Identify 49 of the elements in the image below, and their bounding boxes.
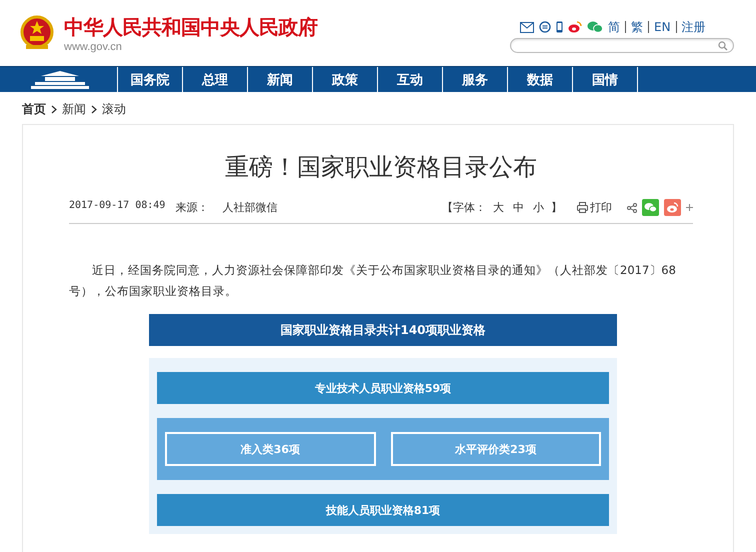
language-link[interactable]: 繁 [631, 18, 643, 36]
nav-item[interactable]: 互动 [378, 67, 443, 92]
nav-item[interactable]: 政策 [313, 67, 378, 92]
nav-item[interactable]: 国情 [573, 67, 638, 92]
breadcrumb-link[interactable]: 首页 [22, 100, 46, 118]
plus-icon[interactable] [686, 204, 693, 211]
weibo-share-icon[interactable] [664, 199, 681, 216]
bracket: 】 [551, 200, 562, 215]
language-link[interactable]: 注册 [682, 18, 706, 36]
category-bar: 技能人员职业资格81项 [157, 494, 609, 526]
printer-icon[interactable] [577, 202, 588, 213]
nav-item[interactable]: 服务 [443, 67, 508, 92]
emblem-icon [20, 15, 54, 51]
site-url[interactable]: www.gov.cn [64, 40, 122, 52]
chat-icon[interactable] [539, 21, 551, 33]
nav-item[interactable]: 国务院 [118, 67, 183, 92]
infographic-heading: 国家职业资格目录共计140项职业资格 [149, 314, 617, 346]
font-size-link[interactable]: 中 [513, 200, 524, 215]
article-title: 重磅！国家职业资格目录公布 [224, 152, 538, 183]
source-name: 人社部微信 [222, 200, 278, 215]
wechat-share-icon[interactable] [642, 199, 659, 216]
publish-date: 2017-09-17 08:49 [69, 200, 166, 213]
chevron-icon [51, 104, 57, 114]
category-bar: 专业技术人员职业资格59项 [157, 372, 609, 404]
nav-item[interactable]: 新闻 [248, 67, 313, 92]
site-title[interactable]: 中华人民共和国中央人民政府 [64, 14, 318, 40]
source-label: 来源： [175, 200, 208, 215]
chevron-icon [91, 104, 97, 114]
breadcrumb-link[interactable]: 滚动 [102, 100, 126, 118]
wechat-icon[interactable] [587, 21, 603, 33]
nav-item[interactable]: 数据 [508, 67, 573, 92]
share-icon[interactable] [627, 202, 637, 212]
weibo-icon[interactable] [568, 21, 582, 33]
language-link[interactable]: 简 [608, 18, 620, 36]
breadcrumb-link[interactable]: 新闻 [62, 100, 86, 118]
search-icon[interactable] [718, 40, 728, 50]
search-field[interactable] [510, 38, 734, 53]
subcategory-box: 准入类36项 [165, 432, 376, 466]
subcategory-box: 水平评价类23项 [390, 432, 601, 466]
building-icon[interactable] [30, 70, 88, 88]
phone-icon[interactable] [556, 21, 563, 33]
mail-icon[interactable] [520, 22, 534, 32]
font-size-link[interactable]: 大 [493, 200, 504, 215]
article-paragraph: 近日，经国务院同意，人力资源社会保障部印发《关于公布国家职业资格目录的通知》（人社部发〔2017〕68号），公布国家职业资格目录。 [69, 262, 677, 300]
nav-item[interactable]: 总理 [183, 67, 248, 92]
font-size-label: 【字体： [442, 200, 486, 215]
font-size-link[interactable]: 小 [533, 200, 544, 215]
language-link[interactable]: EN [654, 20, 671, 34]
print-link[interactable]: 打印 [577, 200, 612, 215]
